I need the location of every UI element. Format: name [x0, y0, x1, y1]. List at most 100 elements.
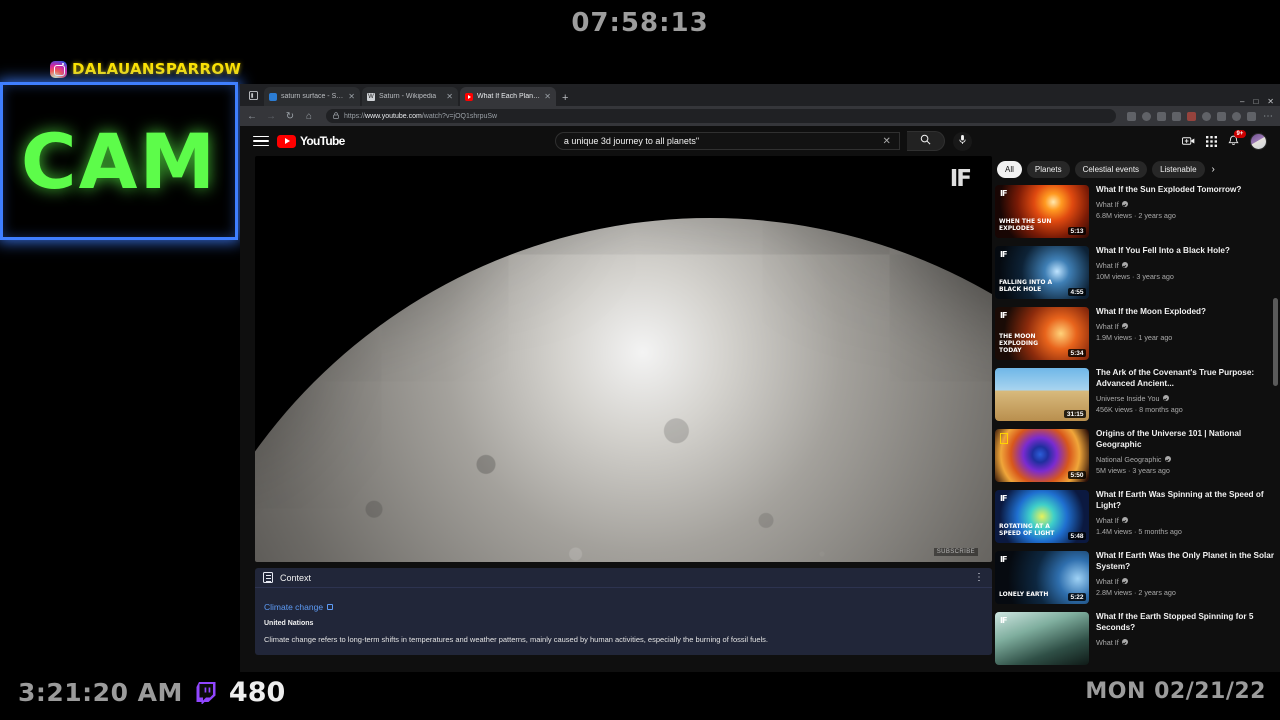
- channel-name[interactable]: What If: [1096, 638, 1280, 647]
- create-video-icon[interactable]: [1182, 136, 1195, 146]
- close-window-button[interactable]: ✕: [1267, 97, 1274, 106]
- browser-tab-2[interactable]: W Saturn - Wikipedia ✕: [362, 87, 458, 106]
- filter-chip-listenable[interactable]: Listenable: [1152, 160, 1205, 178]
- split-screen-icon[interactable]: [1172, 111, 1181, 121]
- list-item[interactable]: IF ROTATING AT A SPEED OF LIGHT 5:48 Wha…: [995, 490, 1280, 543]
- chevron-right-icon[interactable]: ›: [1212, 164, 1215, 175]
- channel-name[interactable]: What If: [1096, 516, 1280, 525]
- close-icon[interactable]: ✕: [544, 92, 551, 101]
- context-link[interactable]: Climate change: [264, 602, 334, 612]
- list-item[interactable]: 31:15 The Ark of the Covenant's True Pur…: [995, 368, 1280, 421]
- youtube-logo[interactable]: YouTube: [277, 134, 345, 148]
- channel-name[interactable]: Universe Inside You: [1096, 394, 1280, 403]
- bing-icon: [269, 92, 277, 101]
- video-thumbnail[interactable]: IF: [995, 612, 1089, 665]
- profile-icon[interactable]: [1247, 111, 1256, 121]
- context-panel: Context ⋮ Climate change United Nations …: [255, 568, 992, 655]
- video-player[interactable]: IF SUBSCRIBE: [255, 156, 992, 562]
- search-button[interactable]: [906, 131, 945, 151]
- maximize-button[interactable]: □: [1253, 97, 1258, 106]
- copilot-icon[interactable]: [1232, 111, 1241, 121]
- context-panel-header: Context ⋮: [255, 568, 992, 588]
- video-thumbnail[interactable]: IF FALLING INTO A BLACK HOLE 4:55: [995, 246, 1089, 299]
- video-meta: Origins of the Universe 101 | National G…: [1096, 429, 1280, 482]
- video-duration: 4:55: [1067, 288, 1086, 296]
- video-meta: What If Earth Was Spinning at the Speed …: [1096, 490, 1280, 543]
- video-title[interactable]: What If the Moon Exploded?: [1096, 307, 1280, 318]
- address-bar[interactable]: https://www.youtube.com/watch?v=jOQ1shrp…: [326, 109, 1116, 123]
- list-item[interactable]: 5:50 Origins of the Universe 101 | Natio…: [995, 429, 1280, 482]
- close-icon[interactable]: ✕: [446, 92, 453, 101]
- video-meta: What If You Fell Into a Black Hole? What…: [1096, 246, 1280, 299]
- kebab-menu-icon[interactable]: ⋮: [974, 572, 984, 582]
- viewer-count: 480: [228, 677, 286, 708]
- cam-label: CAM: [20, 116, 218, 206]
- video-thumbnail[interactable]: IF WHEN THE SUN EXPLODES 5:13: [995, 185, 1089, 238]
- reload-button[interactable]: ↻: [284, 111, 296, 122]
- video-title[interactable]: What If Earth Was Spinning at the Speed …: [1096, 490, 1280, 512]
- list-item[interactable]: IF FALLING INTO A BLACK HOLE 4:55 What I…: [995, 246, 1280, 299]
- share-icon[interactable]: [1217, 111, 1226, 121]
- subscribe-watermark[interactable]: SUBSCRIBE: [933, 548, 978, 556]
- video-title[interactable]: The Ark of the Covenant's True Purpose: …: [1096, 368, 1280, 390]
- voice-search-button[interactable]: [952, 131, 972, 151]
- search-icon[interactable]: [1142, 111, 1151, 121]
- collections-icon[interactable]: [1127, 111, 1136, 121]
- youtube-apps-icon[interactable]: [1206, 135, 1217, 147]
- list-item[interactable]: IF What If the Earth Stopped Spinning fo…: [995, 612, 1280, 665]
- list-item[interactable]: IF THE MOON EXPLODING TODAY 5:34 What If…: [995, 307, 1280, 360]
- forward-button[interactable]: →: [265, 111, 277, 122]
- filter-chip-all[interactable]: All: [997, 160, 1022, 178]
- verified-badge-icon: [1162, 395, 1169, 402]
- new-tab-button[interactable]: +: [562, 92, 568, 104]
- clear-x-icon[interactable]: ✕: [878, 136, 890, 147]
- video-thumbnail[interactable]: IF THE MOON EXPLODING TODAY 5:34: [995, 307, 1089, 360]
- video-title[interactable]: What If the Sun Exploded Tomorrow?: [1096, 185, 1280, 196]
- favorites-icon[interactable]: [1157, 111, 1166, 121]
- video-thumbnail[interactable]: 5:50: [995, 429, 1089, 482]
- channel-name[interactable]: What If: [1096, 577, 1280, 586]
- video-duration: 5:22: [1067, 593, 1086, 601]
- video-thumbnail[interactable]: 31:15: [995, 368, 1089, 421]
- hamburger-menu-icon[interactable]: [253, 135, 269, 147]
- recommendations-scrollbar[interactable]: [1273, 186, 1279, 666]
- back-button[interactable]: ←: [246, 111, 258, 122]
- microphone-icon: [958, 132, 967, 150]
- notifications-bell-icon[interactable]: 9+: [1228, 130, 1246, 147]
- home-button[interactable]: ⌂: [303, 111, 315, 122]
- video-title[interactable]: What If You Fell Into a Black Hole?: [1096, 246, 1280, 257]
- history-icon[interactable]: [1202, 111, 1211, 121]
- list-item[interactable]: IF LONELY EARTH 5:22 What If Earth Was t…: [995, 551, 1280, 604]
- minimize-button[interactable]: –: [1240, 97, 1244, 106]
- close-icon[interactable]: ✕: [348, 92, 355, 101]
- list-item[interactable]: IF WHEN THE SUN EXPLODES 5:13 What If th…: [995, 185, 1280, 238]
- wikipedia-icon: W: [367, 92, 375, 101]
- user-avatar[interactable]: [1250, 132, 1267, 150]
- channel-name[interactable]: National Geographic: [1096, 455, 1280, 464]
- browser-tab-3[interactable]: What If Each Planet Replac ✕: [460, 87, 556, 106]
- tab-list-icon[interactable]: [244, 86, 262, 104]
- filter-chip-celestial-events[interactable]: Celestial events: [1074, 160, 1148, 178]
- channel-name[interactable]: What If: [1096, 322, 1280, 331]
- channel-name[interactable]: What If: [1096, 261, 1280, 270]
- video-title[interactable]: What If Earth Was the Only Planet in the…: [1096, 551, 1280, 573]
- extensions-icon[interactable]: [1187, 111, 1196, 121]
- scrollbar-thumb[interactable]: [1273, 298, 1278, 386]
- url-text: https://www.youtube.com/watch?v=jOQ1shrp…: [344, 112, 498, 120]
- video-title[interactable]: What If the Earth Stopped Spinning for 5…: [1096, 612, 1280, 634]
- search-input[interactable]: a unique 3d journey to all planets" ✕: [554, 132, 900, 150]
- channel-label: What If: [1096, 260, 1119, 270]
- thumbnail-overlay-text: ROTATING AT A SPEED OF LIGHT: [999, 523, 1055, 538]
- video-meta: What If the Earth Stopped Spinning for 5…: [1096, 612, 1280, 665]
- video-duration: 5:48: [1067, 532, 1086, 540]
- channel-name[interactable]: What If: [1096, 200, 1280, 209]
- more-icon[interactable]: ⋯: [1262, 111, 1274, 122]
- video-thumbnail[interactable]: IF LONELY EARTH 5:22: [995, 551, 1089, 604]
- browser-tab-1[interactable]: saturn surface - Search ✕: [264, 87, 360, 106]
- video-thumbnail[interactable]: IF ROTATING AT A SPEED OF LIGHT 5:48: [995, 490, 1089, 543]
- watch-column: IF SUBSCRIBE Context ⋮ Climate change Un…: [240, 156, 992, 672]
- filter-chip-planets[interactable]: Planets: [1026, 160, 1070, 178]
- video-title[interactable]: Origins of the Universe 101 | National G…: [1096, 429, 1280, 451]
- channel-logo-icon: IF: [1000, 494, 1008, 503]
- channel-logo-icon: IF: [1000, 189, 1008, 198]
